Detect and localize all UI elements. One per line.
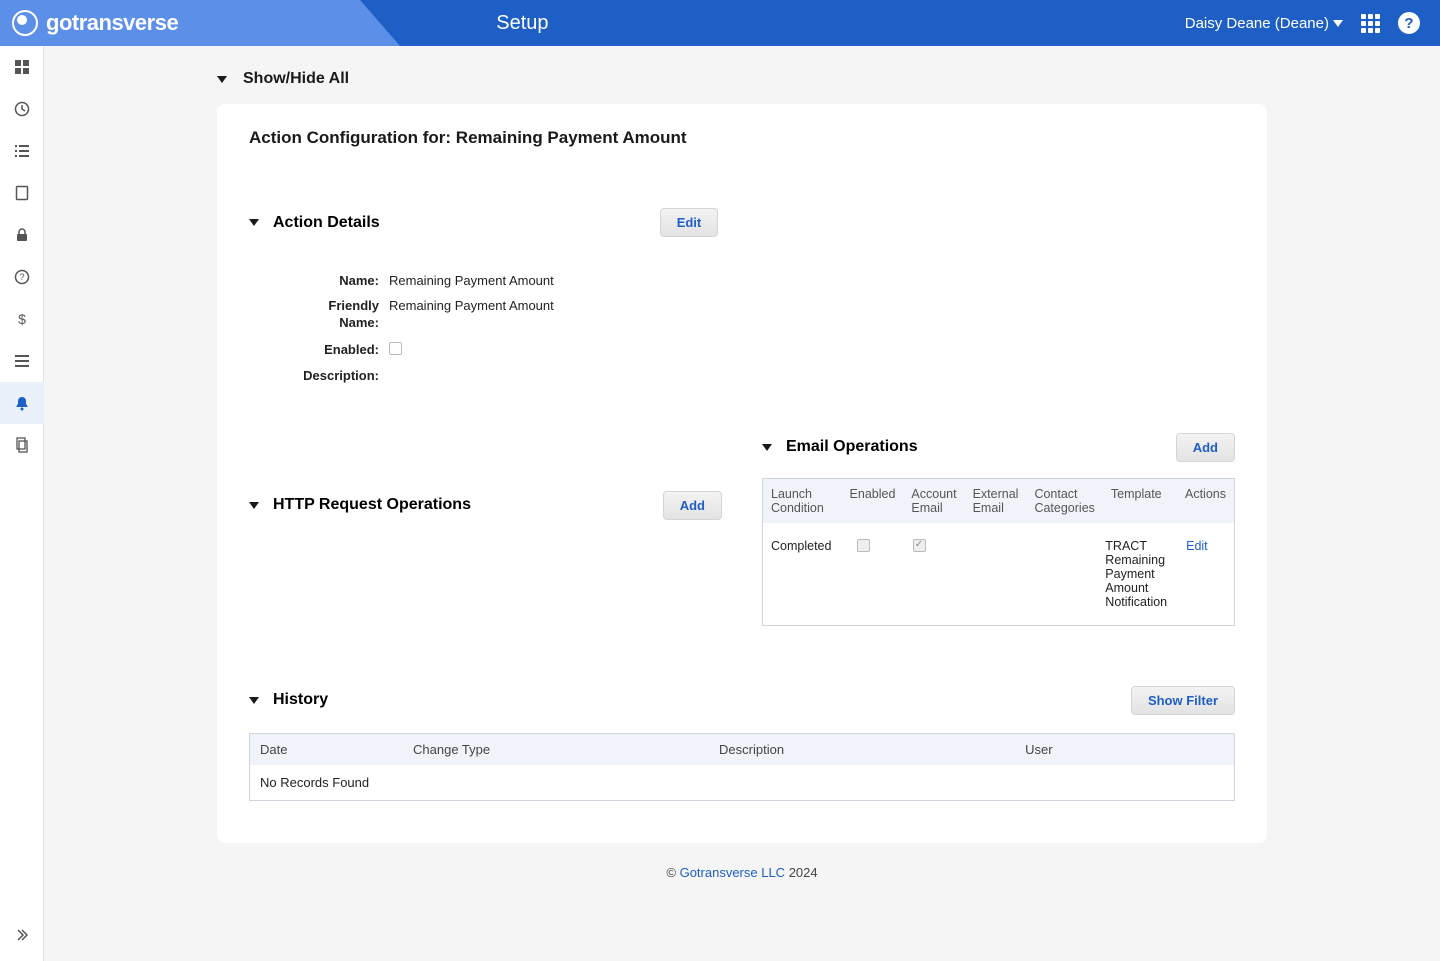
hist-th-date: Date bbox=[260, 742, 413, 757]
friendly-value: Remaining Payment Amount bbox=[389, 298, 554, 313]
chevron-right-icon bbox=[14, 927, 30, 943]
dollar-icon: $ bbox=[14, 311, 30, 327]
sidebar-item-history[interactable] bbox=[0, 88, 44, 130]
sidebar-item-docs[interactable] bbox=[0, 424, 44, 466]
sidebar-expand[interactable] bbox=[0, 927, 44, 943]
sidebar-item-notifications[interactable] bbox=[0, 382, 44, 424]
left-sidebar: ? $ bbox=[0, 46, 44, 961]
row-enabled-checkbox bbox=[857, 539, 870, 552]
header-bar: gotransverse Setup Daisy Deane (Deane) ? bbox=[0, 0, 1440, 46]
td-contact-cat bbox=[1026, 523, 1097, 625]
hist-th-user: User bbox=[1025, 742, 1224, 757]
th-template: Template bbox=[1103, 479, 1177, 523]
page-title: Setup bbox=[496, 12, 548, 35]
description-label: Description: bbox=[289, 368, 379, 383]
sidebar-item-help[interactable]: ? bbox=[0, 256, 44, 298]
http-ops-section: HTTP Request Operations Add bbox=[249, 433, 722, 626]
hist-th-change: Change Type bbox=[413, 742, 719, 757]
main-content: Show/Hide All Action Configuration for: … bbox=[44, 46, 1440, 961]
action-details-section: Action Details Edit Name: Remaining Paym… bbox=[249, 208, 1235, 383]
history-title[interactable]: History bbox=[249, 691, 328, 709]
brand-icon bbox=[12, 10, 38, 36]
action-details-title[interactable]: Action Details bbox=[249, 214, 380, 232]
th-external-email: External Email bbox=[965, 479, 1027, 523]
name-label: Name: bbox=[289, 273, 379, 288]
th-contact-cat: Contact Categories bbox=[1026, 479, 1102, 523]
caret-icon bbox=[249, 697, 259, 704]
menu-icon bbox=[14, 353, 30, 369]
email-ops-title[interactable]: Email Operations bbox=[762, 438, 918, 456]
enabled-label: Enabled: bbox=[289, 342, 379, 357]
clock-icon bbox=[14, 101, 30, 117]
history-table: Date Change Type Description User No Rec… bbox=[249, 733, 1235, 801]
row-edit-link[interactable]: Edit bbox=[1178, 523, 1234, 625]
grid-icon bbox=[14, 59, 30, 75]
edit-button[interactable]: Edit bbox=[660, 208, 719, 237]
email-ops-section: Email Operations Add Launch Condition En… bbox=[762, 433, 1235, 626]
question-icon: ? bbox=[14, 269, 30, 285]
name-value: Remaining Payment Amount bbox=[389, 273, 554, 288]
showhide-label: Show/Hide All bbox=[243, 70, 349, 88]
sidebar-item-list[interactable] bbox=[0, 130, 44, 172]
sidebar-item-lock[interactable] bbox=[0, 214, 44, 256]
user-name: Daisy Deane (Deane) bbox=[1185, 15, 1329, 32]
show-filter-button[interactable]: Show Filter bbox=[1131, 686, 1235, 715]
sidebar-item-billing[interactable]: $ bbox=[0, 298, 44, 340]
sidebar-item-page[interactable] bbox=[0, 172, 44, 214]
bell-icon bbox=[14, 395, 30, 411]
help-icon[interactable]: ? bbox=[1398, 12, 1420, 34]
friendly-label: Friendly Name: bbox=[289, 298, 379, 332]
caret-icon bbox=[249, 502, 259, 509]
add-email-button[interactable]: Add bbox=[1176, 433, 1235, 462]
table-row: Completed TRACT Remaining Payment Amount… bbox=[763, 523, 1234, 625]
config-card: Action Configuration for: Remaining Paym… bbox=[217, 104, 1267, 843]
user-menu[interactable]: Daisy Deane (Deane) bbox=[1185, 15, 1343, 32]
svg-text:?: ? bbox=[19, 272, 24, 282]
th-launch: Launch Condition bbox=[763, 479, 842, 523]
hist-th-desc: Description bbox=[719, 742, 1025, 757]
history-section: History Show Filter Date Change Type Des… bbox=[249, 686, 1235, 801]
chevron-down-icon bbox=[1333, 20, 1343, 27]
brand-logo[interactable]: gotransverse bbox=[12, 10, 178, 36]
row-account-email-checkbox bbox=[913, 539, 926, 552]
caret-icon bbox=[217, 76, 227, 83]
caret-icon bbox=[762, 444, 772, 451]
email-ops-table: Launch Condition Enabled Account Email E… bbox=[762, 478, 1235, 626]
brand-text: gotransverse bbox=[46, 10, 178, 36]
th-account-email: Account Email bbox=[903, 479, 964, 523]
footer: © Gotransverse LLC 2024 bbox=[217, 843, 1267, 902]
card-title: Action Configuration for: Remaining Paym… bbox=[249, 128, 1235, 148]
page-icon bbox=[14, 185, 30, 201]
td-launch: Completed bbox=[763, 523, 849, 625]
td-external-email bbox=[966, 523, 1027, 625]
svg-text:$: $ bbox=[18, 311, 26, 327]
showhide-toggle[interactable]: Show/Hide All bbox=[217, 70, 1267, 88]
td-template: TRACT Remaining Payment Amount Notificat… bbox=[1097, 523, 1178, 625]
enabled-checkbox bbox=[389, 342, 402, 355]
sidebar-item-menu[interactable] bbox=[0, 340, 44, 382]
http-ops-title[interactable]: HTTP Request Operations bbox=[249, 496, 471, 514]
lock-icon bbox=[14, 227, 30, 243]
th-actions: Actions bbox=[1177, 479, 1234, 523]
th-enabled: Enabled bbox=[842, 479, 904, 523]
history-empty: No Records Found bbox=[250, 765, 1234, 800]
doc-icon bbox=[14, 437, 30, 453]
footer-company-link[interactable]: Gotransverse LLC bbox=[680, 865, 786, 880]
add-http-button[interactable]: Add bbox=[663, 491, 722, 520]
list-icon bbox=[14, 143, 30, 159]
caret-icon bbox=[249, 219, 259, 226]
apps-icon[interactable] bbox=[1361, 14, 1380, 33]
sidebar-item-dashboard[interactable] bbox=[0, 46, 44, 88]
